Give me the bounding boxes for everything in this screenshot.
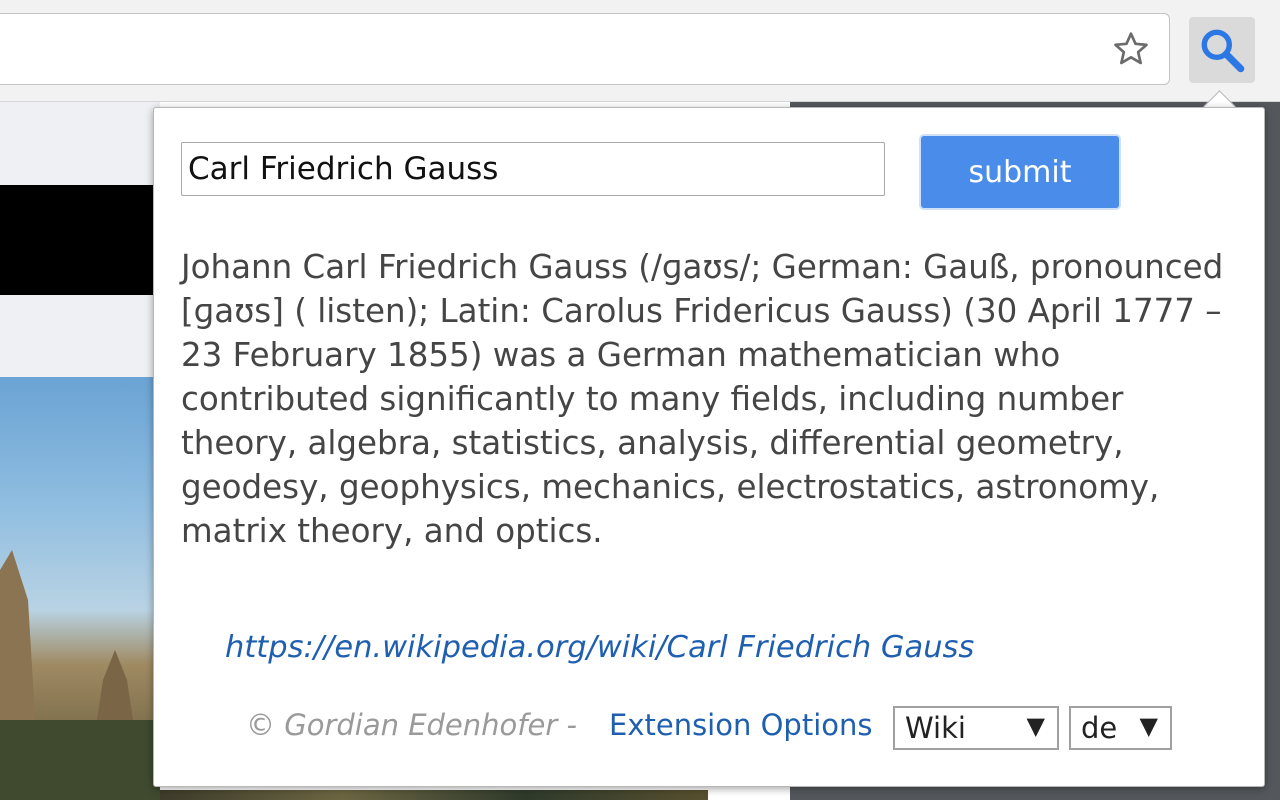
dropdown-arrow-icon: ▼ xyxy=(1026,712,1045,740)
wikipedia-link[interactable]: https://en.wikipedia.org/wiki/Carl Fried… xyxy=(225,630,974,665)
browser-toolbar xyxy=(0,0,1280,102)
submit-button[interactable]: submit xyxy=(921,136,1119,208)
magnifier-icon xyxy=(1201,29,1245,73)
extension-popup: submit Johann Carl Friedrich Gauss (/ɡaʊ… xyxy=(153,107,1265,787)
page-nav-bar xyxy=(0,185,160,295)
language-select[interactable]: de ▼ xyxy=(1069,706,1172,750)
search-input[interactable] xyxy=(181,142,885,196)
extension-options-link[interactable]: Extension Options xyxy=(609,708,872,742)
page-subheader-strip xyxy=(0,295,160,377)
article-summary: Johann Carl Friedrich Gauss (/ɡaʊs/; Ger… xyxy=(181,248,1224,550)
source-select-value: Wiki xyxy=(905,711,966,745)
source-select[interactable]: Wiki ▼ xyxy=(893,706,1059,750)
copyright-text: © Gordian Edenhofer - xyxy=(246,708,577,742)
popup-footer: © Gordian Edenhofer - Extension Options … xyxy=(154,706,1264,752)
language-select-value: de xyxy=(1081,711,1118,745)
extension-search-button[interactable] xyxy=(1189,17,1255,83)
temple-photo xyxy=(0,377,160,800)
address-bar[interactable] xyxy=(0,13,1170,85)
page-image-strip xyxy=(160,790,708,800)
dropdown-arrow-icon: ▼ xyxy=(1139,712,1158,740)
star-outline-icon[interactable] xyxy=(1108,26,1154,72)
page-header-strip xyxy=(0,102,160,185)
